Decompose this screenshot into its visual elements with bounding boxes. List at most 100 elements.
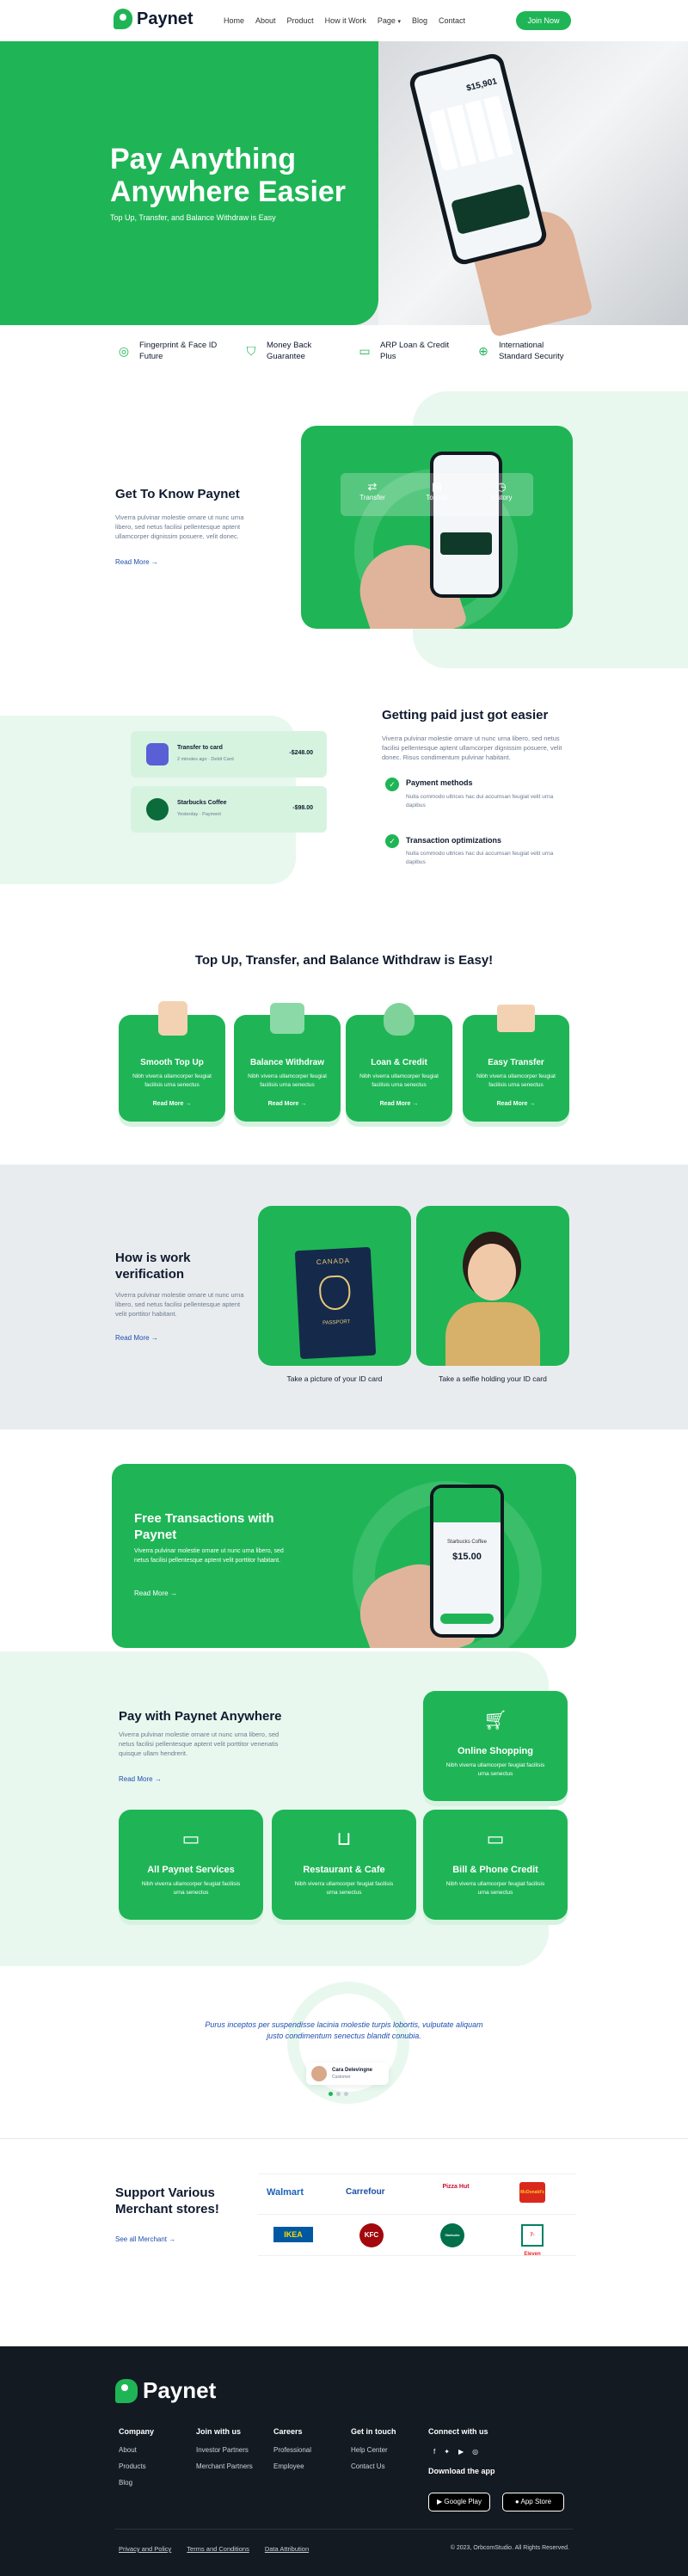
service-card-top-up[interactable]: Smooth Top Up Nibh viverra ullamcorper f… — [119, 1001, 225, 1122]
logo-mark-icon — [114, 9, 132, 29]
nav-product[interactable]: Product — [287, 16, 314, 25]
logo[interactable]: Paynet — [114, 9, 194, 29]
arrow-right-icon: → — [150, 1334, 158, 1342]
pay-card-body: Nibh viverra ullamcorper feugiat facilis… — [141, 1881, 241, 1896]
footer-col-contact: Get in touch Help Center Contact Us — [351, 2427, 396, 2479]
service-card-transfer[interactable]: Easy Transfer Nibh viverra ullamcorper f… — [463, 1005, 569, 1122]
merchants-title: Support Various Merchant stores! — [115, 2185, 219, 2217]
quote-line1: Purus inceptos per suspendisse lacinia m… — [205, 2020, 483, 2029]
service-read-more-link[interactable]: Read More → — [346, 1101, 452, 1107]
pay-card-title: Restaurant & Cafe — [303, 1865, 385, 1875]
footer-link[interactable]: Products — [119, 2462, 154, 2470]
phone-card — [450, 183, 531, 236]
logo-text: Paynet — [137, 9, 194, 28]
quote-line2: justo condimentum senectus blandit conub… — [267, 2032, 421, 2040]
footer-col-careers: Careers Professional Employee — [273, 2427, 311, 2479]
free-title-line2: Paynet — [134, 1528, 177, 1542]
download-label: Download the app — [428, 2467, 495, 2475]
service-card-loan[interactable]: Loan & Credit Nibh viverra ullamcorper f… — [346, 1003, 452, 1122]
link-label: Read More — [115, 1334, 150, 1342]
footer-link[interactable]: About — [119, 2446, 154, 2454]
nav-how-it-work[interactable]: How it Work — [325, 16, 366, 25]
nav-about[interactable]: About — [255, 16, 276, 25]
logo-mark-icon — [115, 2378, 138, 2403]
footer — [0, 2346, 688, 2576]
pay-card-services[interactable]: ▭ All Paynet Services Nibh viverra ullam… — [119, 1810, 263, 1920]
card-icon: ▭ — [359, 343, 371, 358]
verify-title-line2: verification — [115, 1267, 185, 1282]
pay-card-bill[interactable]: ▭ Bill & Phone Credit Nibh viverra ullam… — [423, 1810, 568, 1920]
link-label: Read More — [267, 1101, 299, 1107]
app-store-button[interactable]: ● App Store — [502, 2493, 564, 2511]
anywhere-read-more-link[interactable]: Read More → — [119, 1775, 162, 1783]
youtube-icon[interactable]: ▶ — [458, 2448, 464, 2456]
transaction-name: Starbucks Coffee — [177, 800, 227, 806]
nav-home[interactable]: Home — [224, 16, 244, 25]
paid-item-title: Payment methods — [406, 778, 473, 787]
footer-link[interactable]: Investor Partners — [196, 2446, 253, 2454]
facebook-icon[interactable]: f — [433, 2448, 435, 2456]
paid-item-title: Transaction optimizations — [406, 836, 502, 845]
id-card-photo: CANADA PASSPORT — [258, 1206, 411, 1366]
footer-logo[interactable]: Paynet — [115, 2377, 216, 2404]
google-play-button[interactable]: ▶ Google Play — [428, 2493, 490, 2511]
service-title: Loan & Credit — [371, 1058, 427, 1067]
anywhere-body: Viverra pulvinar molestie ornare ut nunc… — [119, 1731, 280, 1757]
footer-link[interactable]: Help Center — [351, 2446, 396, 2454]
divider — [0, 2138, 688, 2139]
footer-link[interactable]: Professional — [273, 2446, 311, 2454]
instagram-icon[interactable]: ◎ — [472, 2448, 478, 2456]
pay-card-title: Online Shopping — [458, 1746, 533, 1756]
footer-link[interactable]: Employee — [273, 2462, 311, 2470]
arrow-right-icon: → — [154, 1775, 162, 1783]
service-title: Balance Withdraw — [249, 1058, 325, 1067]
service-read-more-link[interactable]: Read More → — [119, 1101, 225, 1107]
privacy-link[interactable]: Privacy and Policy — [119, 2545, 171, 2553]
phone-header — [433, 1488, 501, 1522]
nav-blog[interactable]: Blog — [412, 16, 427, 25]
footer-link[interactable]: Contact Us — [351, 2462, 396, 2470]
passport-label: PASSPORT — [322, 1319, 351, 1326]
see-all-merchant-link[interactable]: See all Merchant → — [115, 2235, 175, 2243]
avatar — [311, 2066, 327, 2081]
terms-link[interactable]: Terms and Conditions — [187, 2545, 249, 2553]
know-body: Viverra pulvinar molestie ornare ut nunc… — [115, 513, 244, 540]
merchants-title-line1: Support Various — [115, 2186, 215, 2200]
service-card-withdraw[interactable]: Balance Withdraw Nibh viverra ullamcorpe… — [234, 1003, 341, 1122]
wallet-icon: ▭ — [181, 1828, 200, 1849]
top-navbar: Paynet Home About Product How it Work Pa… — [0, 0, 688, 41]
free-read-more-link[interactable]: Read More → — [134, 1589, 177, 1597]
nav-contact[interactable]: Contact — [439, 16, 465, 25]
action-history[interactable]: ◷ History — [470, 480, 533, 501]
data-attribution-link[interactable]: Data Attribution — [265, 2545, 309, 2553]
know-read-more-link[interactable]: Read More → — [115, 558, 158, 566]
verify-read-more-link[interactable]: Read More → — [115, 1334, 158, 1342]
nav-page[interactable]: Page ▾ — [378, 16, 401, 25]
transaction-name: Transfer to card — [177, 745, 223, 751]
link-label: Read More — [119, 1775, 153, 1783]
service-read-more-link[interactable]: Read More → — [463, 1101, 569, 1107]
transaction-amount: -$98.00 — [292, 805, 313, 811]
selfie-photo — [416, 1206, 569, 1366]
twitter-icon[interactable]: ✦ — [444, 2448, 450, 2456]
service-body: Nibh viverra ullamcorper feugiat facilis… — [476, 1073, 556, 1088]
transaction-card: Transfer to card 2 minutes ago · Debit C… — [131, 731, 327, 778]
carousel-dot[interactable] — [336, 2092, 341, 2096]
action-top-up[interactable]: ▤ Top Up — [405, 480, 469, 501]
join-now-button[interactable]: Join Now — [516, 11, 571, 30]
pay-card-restaurant[interactable]: ⊔ Restaurant & Cafe Nibh viverra ullamco… — [272, 1810, 416, 1920]
action-transfer[interactable]: ⇄ Transfer — [341, 480, 404, 501]
laptop-icon — [497, 1005, 535, 1032]
footer-link[interactable]: Blog — [119, 2479, 154, 2487]
feature-money-back: ⛉ Money Back Guarantee — [243, 340, 312, 362]
cash-icon — [270, 1003, 304, 1034]
carousel-dot[interactable] — [344, 2092, 348, 2096]
service-read-more-link[interactable]: Read More → — [234, 1101, 341, 1107]
service-title: Smooth Top Up — [140, 1058, 204, 1067]
feature-line2: Future — [139, 352, 163, 361]
fingerprint-icon: ◎ — [118, 343, 130, 358]
carousel-dot[interactable] — [329, 2092, 333, 2096]
pay-card-online-shopping[interactable]: 🛒︎ Online Shopping Nibh viverra ullamcor… — [423, 1691, 568, 1801]
know-image-card: ⇄ Transfer ▤ Top Up ◷ History — [301, 426, 573, 629]
footer-link[interactable]: Merchant Partners — [196, 2462, 253, 2470]
